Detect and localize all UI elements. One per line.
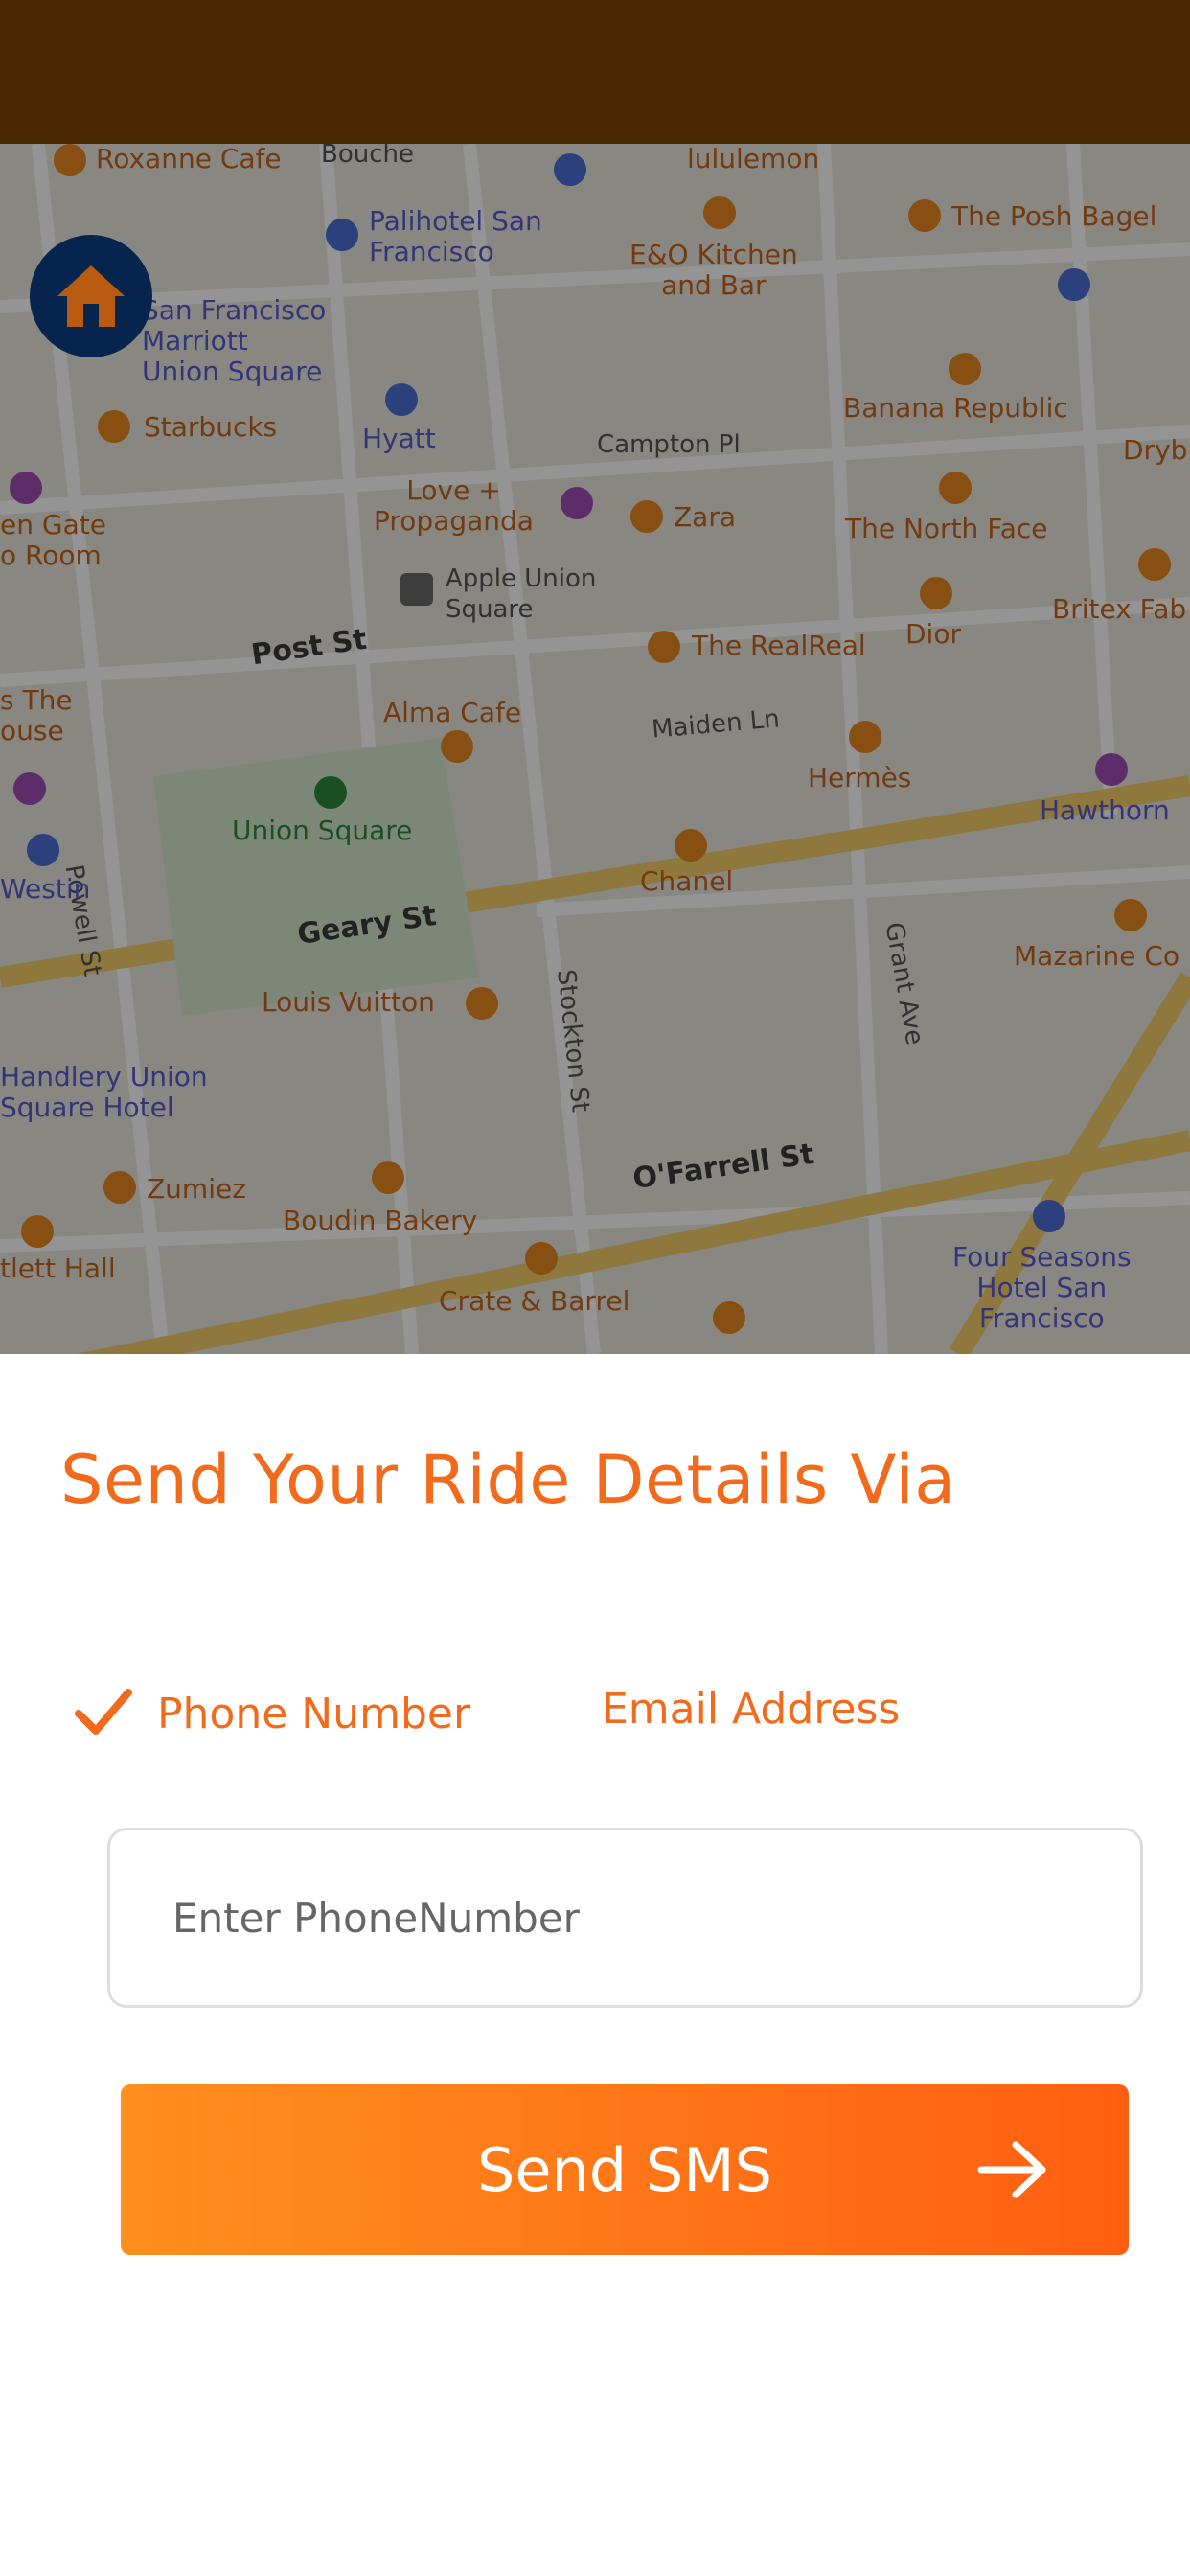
tab-email-address[interactable]: Email Address: [602, 1685, 900, 1734]
map-view[interactable]: Roxanne Cafe Bouche lululemon Palihotel …: [0, 144, 1190, 1354]
ride-details-sheet: Send Your Ride Details Via Phone Number …: [0, 1354, 1190, 2576]
home-button[interactable]: [30, 235, 152, 357]
send-sms-button[interactable]: Send SMS: [121, 2084, 1129, 2255]
tab-phone-label: Phone Number: [157, 1689, 471, 1738]
home-icon: [57, 265, 125, 327]
tab-email-label: Email Address: [602, 1685, 901, 1734]
send-sms-label: Send SMS: [476, 2134, 773, 2205]
status-bar: [0, 0, 1190, 144]
phone-number-input[interactable]: [110, 1830, 1140, 2005]
tab-phone-number[interactable]: Phone Number: [73, 1685, 470, 1742]
map-overlay: [0, 144, 1190, 1354]
phone-number-field[interactable]: [107, 1828, 1143, 2008]
arrow-right-icon: [977, 2141, 1046, 2198]
sheet-title: Send Your Ride Details Via: [60, 1440, 956, 1519]
check-icon: [75, 1689, 132, 1735]
